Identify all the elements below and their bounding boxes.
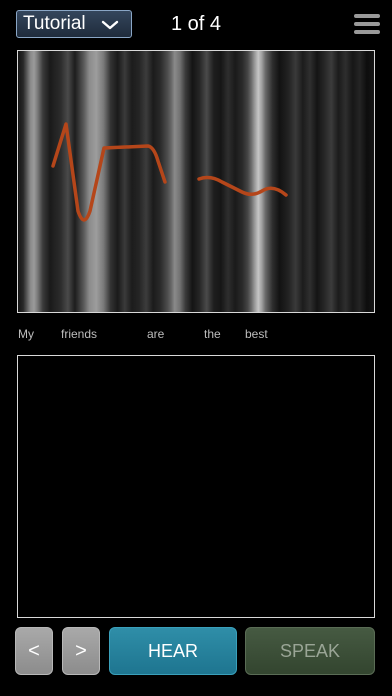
hear-button[interactable]: HEAR [109, 627, 237, 675]
word-label: best [245, 327, 268, 341]
speak-button[interactable]: SPEAK [245, 627, 375, 675]
recording-canvas [17, 355, 375, 618]
chevron-down-icon [101, 20, 119, 30]
word-label: friends [61, 327, 98, 341]
pitch-curve-segment-1 [51, 122, 167, 222]
page-indicator: 1 of 4 [170, 13, 222, 35]
word-label: My [18, 327, 34, 341]
spectrogram-panel [17, 50, 375, 313]
lesson-dropdown[interactable]: Tutorial [16, 10, 132, 38]
lesson-dropdown-value: Tutorial [23, 13, 86, 34]
pitch-contour [51, 122, 288, 222]
previous-button[interactable]: < [15, 627, 53, 675]
next-button[interactable]: > [62, 627, 100, 675]
word-label: the [204, 327, 221, 341]
word-label: are [147, 327, 165, 341]
hamburger-menu-icon[interactable] [354, 14, 380, 36]
pitch-curve-segment-2 [197, 175, 288, 197]
